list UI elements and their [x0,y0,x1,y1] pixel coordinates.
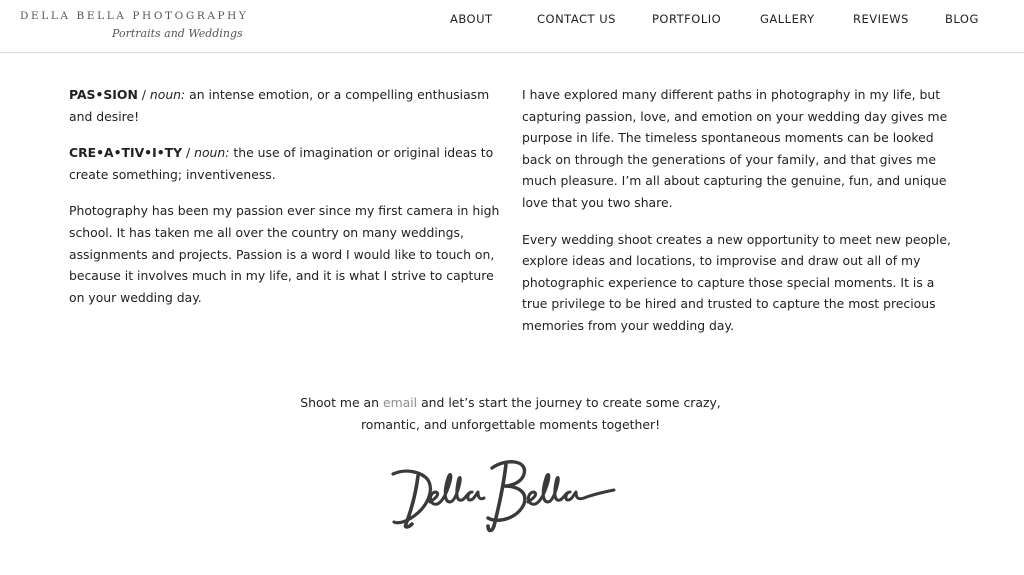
about-paragraph-1: I have explored many different paths in … [522,87,948,210]
nav-item-blog[interactable]: BLOG [945,12,979,26]
definition-separator: / [182,145,195,161]
nav-item-gallery[interactable]: GALLERY [760,12,815,26]
passion-definition: PAS•SION / noun: an intense emotion, or … [69,84,503,127]
cta-line-1: Shoot me an email and let’s start the jo… [0,392,1021,414]
definition-separator: / [137,87,150,102]
site-header: DELLA BELLA PHOTOGRAPHY Portraits and We… [0,0,1024,53]
definition-part-of-speech: noun: [149,87,186,102]
definition-part-of-speech: noun: [194,145,230,161]
nav-item-about[interactable]: ABOUT [450,12,493,26]
cta-text-before: Shoot me an [300,395,383,410]
main-content: PAS•SION / noun: an intense emotion, or … [0,53,1024,575]
main-nav: ABOUT CONTACT US PORTFOLIO GALLERY REVIE… [0,12,1024,28]
nav-item-contact-us[interactable]: CONTACT US [537,12,616,26]
right-column: I have explored many different paths in … [522,84,954,352]
nav-item-portfolio[interactable]: PORTFOLIO [652,12,721,26]
left-column: PAS•SION / noun: an intense emotion, or … [69,84,503,323]
nav-item-reviews[interactable]: REVIEWS [853,12,909,26]
definition-term: PAS•SION [69,87,138,102]
about-paragraph-2: Every wedding shoot creates a new opport… [522,231,951,333]
logo-tagline: Portraits and Weddings [112,27,243,40]
passion-paragraph: Photography has been my passion ever sin… [69,203,500,305]
cta-text-after: and let’s start the journey to create so… [417,395,721,410]
cta-line-2: romantic, and unforgettable moments toge… [360,416,661,432]
definition-term: CRE•A•TIV•I•TY [69,145,183,161]
signature-image [391,460,616,533]
email-link[interactable]: email [383,395,417,410]
call-to-action: Shoot me an email and let’s start the jo… [0,392,1021,435]
creativity-definition: CRE•A•TIV•I•TY / noun: the use of imagin… [69,142,503,185]
